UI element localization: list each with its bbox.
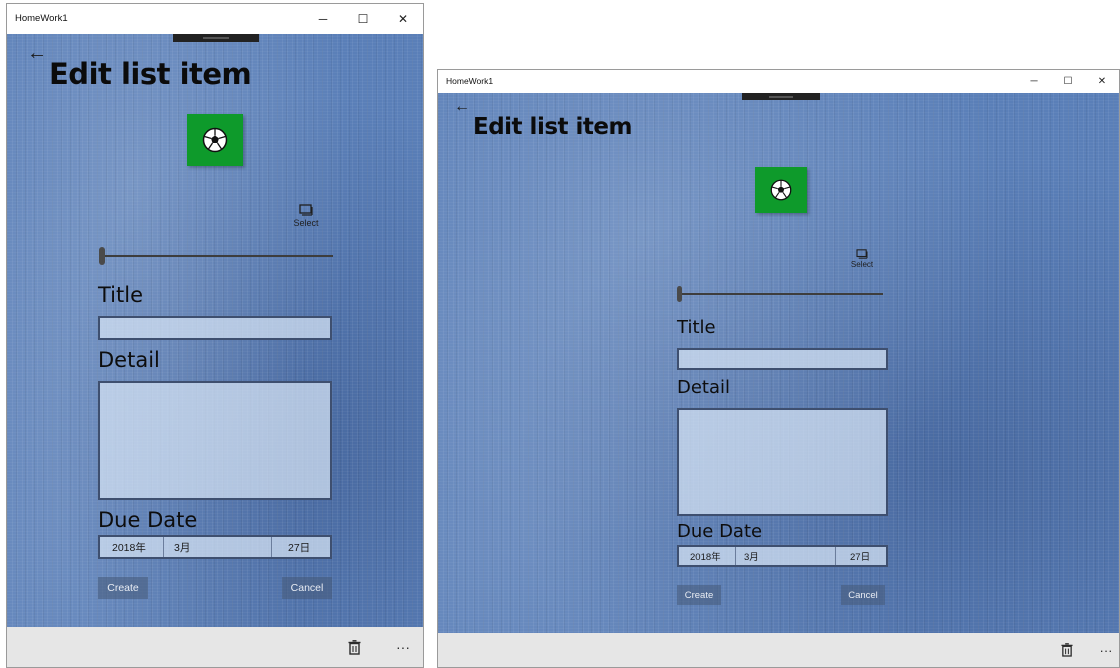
trash-icon xyxy=(1061,643,1073,657)
minimize-button[interactable]: ─ xyxy=(303,4,343,34)
date-month[interactable]: 3月 xyxy=(736,547,836,565)
page-title: Edit list item xyxy=(49,57,252,91)
delete-button[interactable] xyxy=(341,635,367,659)
picture-icon xyxy=(856,249,868,259)
date-year-text: 2018年 xyxy=(112,541,146,554)
back-button[interactable]: ← xyxy=(454,99,470,115)
title-bar[interactable]: HomeWork1 ─ ☐ ✕ xyxy=(7,4,423,34)
size-slider[interactable] xyxy=(99,247,333,265)
soccer-ball-icon xyxy=(202,127,228,153)
window-title: HomeWork1 xyxy=(15,13,68,24)
detail-textarea[interactable] xyxy=(98,381,332,500)
command-bar: ··· xyxy=(438,633,1119,667)
date-month[interactable]: 3月 xyxy=(164,537,272,557)
create-button[interactable]: Create xyxy=(98,577,148,599)
title-label: Title xyxy=(98,283,144,307)
title-input[interactable] xyxy=(98,316,332,340)
close-button[interactable]: ✕ xyxy=(1085,70,1119,93)
app-window-narrow: HomeWork1 ─ ☐ ✕ ← Edit list item Select xyxy=(6,3,424,668)
trash-icon xyxy=(348,639,360,655)
title-label: Title xyxy=(677,317,716,338)
create-button[interactable]: Create xyxy=(677,585,721,605)
slider-thumb[interactable] xyxy=(99,247,105,265)
soccer-ball-icon xyxy=(770,179,792,201)
maximize-button[interactable]: ☐ xyxy=(1051,70,1085,93)
detail-label: Detail xyxy=(677,377,731,398)
window-grip xyxy=(742,93,820,100)
due-date-picker[interactable]: 2018年 3月 27日 xyxy=(98,535,332,559)
due-date-label: Due Date xyxy=(98,508,198,532)
date-month-text: 3月 xyxy=(174,541,191,554)
select-label: Select xyxy=(293,218,319,228)
date-year-text: 2018年 xyxy=(690,552,721,563)
close-button[interactable]: ✕ xyxy=(383,4,423,34)
date-day[interactable]: 27日 xyxy=(272,537,330,557)
minimize-button[interactable]: ─ xyxy=(1017,70,1051,93)
page-title: Edit list item xyxy=(473,114,632,140)
select-label: Select xyxy=(850,260,874,269)
page-content: ← Edit list item Select Title Detail Due… xyxy=(7,34,423,628)
delete-button[interactable] xyxy=(1055,639,1079,661)
date-day-text: 27日 xyxy=(288,541,311,554)
maximize-button[interactable]: ☐ xyxy=(343,4,383,34)
select-image-button[interactable]: Select xyxy=(849,249,875,269)
date-year[interactable]: 2018年 xyxy=(679,547,736,565)
title-bar[interactable]: HomeWork1 ─ ☐ ✕ xyxy=(438,70,1119,93)
window-title: HomeWork1 xyxy=(446,76,494,86)
more-options-button[interactable]: ··· xyxy=(1094,639,1118,661)
date-day-text: 27日 xyxy=(850,552,871,563)
cancel-button[interactable]: Cancel xyxy=(282,577,332,599)
more-options-button[interactable]: ··· xyxy=(389,635,417,659)
cancel-button[interactable]: Cancel xyxy=(841,585,885,605)
detail-label: Detail xyxy=(98,348,160,372)
title-input[interactable] xyxy=(677,348,888,370)
slider-thumb[interactable] xyxy=(677,286,682,302)
picture-icon xyxy=(299,204,313,216)
date-month-text: 3月 xyxy=(744,552,759,563)
item-image xyxy=(187,114,243,166)
app-window-wide: HomeWork1 ─ ☐ ✕ ← Edit list item Select xyxy=(437,69,1120,668)
back-button[interactable]: ← xyxy=(27,43,47,63)
window-grip xyxy=(173,34,259,42)
detail-textarea[interactable] xyxy=(677,408,888,516)
size-slider[interactable] xyxy=(677,286,883,302)
item-image xyxy=(755,167,807,213)
date-year[interactable]: 2018年 xyxy=(100,537,164,557)
page-content: ← Edit list item Select Title Detail Due… xyxy=(438,93,1119,635)
due-date-label: Due Date xyxy=(677,521,763,542)
command-bar: ··· xyxy=(7,627,423,667)
due-date-picker[interactable]: 2018年 3月 27日 xyxy=(677,545,888,567)
date-day[interactable]: 27日 xyxy=(836,547,886,565)
select-image-button[interactable]: Select xyxy=(291,204,321,228)
